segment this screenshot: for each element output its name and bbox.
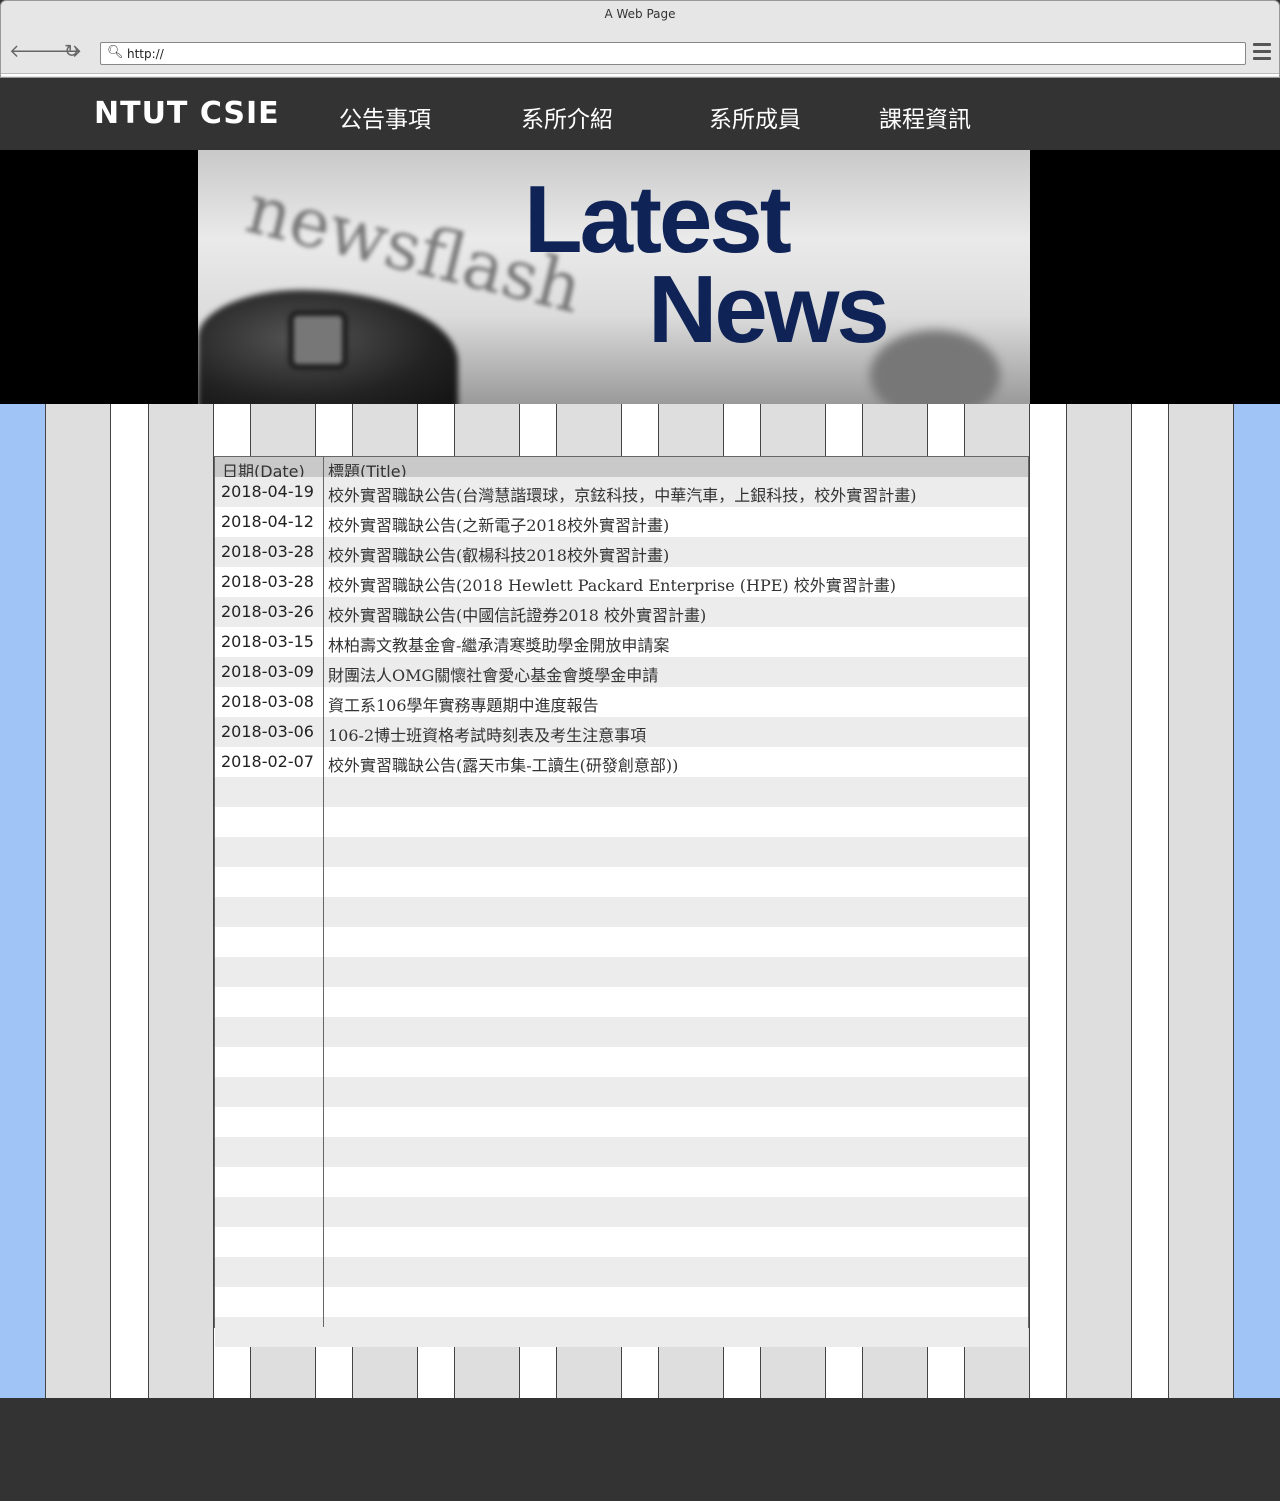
table-row[interactable]: 2018-04-19 校外實習職缺公告(台灣慧諧環球，京鉉科技，中華汽車，上銀科技… bbox=[215, 477, 1028, 507]
table-row[interactable]: 2018-03-28 校外實習職缺公告(叡楊科技2018校外實習計畫) bbox=[215, 537, 1028, 567]
empty-table-row bbox=[215, 1017, 1028, 1047]
news-date: 2018-02-07 bbox=[221, 752, 314, 771]
banner-typewriter-key bbox=[288, 310, 348, 370]
empty-table-row bbox=[215, 1227, 1028, 1257]
banner-title-line2: News bbox=[648, 256, 890, 363]
nav-link-members[interactable]: 系所成員 bbox=[709, 100, 801, 134]
news-date: 2018-03-26 bbox=[221, 602, 314, 621]
table-row[interactable]: 2018-02-07 校外實習職缺公告(露天市集-工讀生(研發創意部)) bbox=[215, 747, 1028, 777]
layout-grid: 日期(Date) 標題(Title) 2018-04-19 校外實習職缺公告(台灣… bbox=[0, 404, 1280, 1398]
news-title-link[interactable]: 資工系106學年實務專題期中進度報告 bbox=[328, 692, 599, 716]
news-date: 2018-04-12 bbox=[221, 512, 314, 531]
url-bar[interactable]: 🔍︎ http:// bbox=[100, 42, 1246, 65]
site-header: NTUT CSIE 公告事項 系所介紹 系所成員 課程資訊 bbox=[0, 78, 1280, 150]
reload-icon[interactable]: ↻ bbox=[64, 41, 79, 63]
empty-table-row bbox=[215, 1167, 1028, 1197]
table-header: 日期(Date) 標題(Title) bbox=[215, 457, 1028, 481]
news-date: 2018-03-28 bbox=[221, 572, 314, 591]
grid-column bbox=[149, 404, 214, 1398]
empty-table-row bbox=[215, 957, 1028, 987]
news-title-link[interactable]: 106-2博士班資格考試時刻表及考生注意事項 bbox=[328, 722, 646, 746]
empty-table-row bbox=[215, 897, 1028, 927]
table-row[interactable]: 2018-03-06 106-2博士班資格考試時刻表及考生注意事項 bbox=[215, 717, 1028, 747]
banner-title-line1: Latest bbox=[524, 166, 792, 273]
news-date: 2018-03-06 bbox=[221, 722, 314, 741]
table-row[interactable]: 2018-03-15 林柏壽文教基金會-繼承清寒獎助學金開放申請案 bbox=[215, 627, 1028, 657]
news-title-link[interactable]: 林柏壽文教基金會-繼承清寒獎助學金開放申請案 bbox=[328, 632, 669, 656]
empty-table-row bbox=[215, 1137, 1028, 1167]
magnifier-icon: 🔍︎ bbox=[107, 45, 124, 60]
empty-table-row bbox=[215, 927, 1028, 957]
window-title: A Web Page bbox=[604, 7, 676, 21]
news-date: 2018-03-09 bbox=[221, 662, 314, 681]
news-date: 2018-03-28 bbox=[221, 542, 314, 561]
site-brand[interactable]: NTUT CSIE bbox=[94, 96, 280, 131]
table-row[interactable]: 2018-03-09 財團法人OMG關懷社會愛心基金會獎學金申請 bbox=[215, 657, 1028, 687]
empty-table-row bbox=[215, 987, 1028, 1017]
empty-table-row bbox=[215, 777, 1028, 807]
url-text[interactable]: http:// bbox=[127, 47, 164, 61]
news-table: 日期(Date) 標題(Title) 2018-04-19 校外實習職缺公告(台灣… bbox=[214, 456, 1029, 1347]
table-row[interactable]: 2018-03-08 資工系106學年實務專題期中進度報告 bbox=[215, 687, 1028, 717]
nav-link-announcements[interactable]: 公告事項 bbox=[339, 100, 431, 134]
news-date: 2018-03-15 bbox=[221, 632, 314, 651]
table-row[interactable]: 2018-03-26 校外實習職缺公告(中國信託證券2018 校外實習計畫) bbox=[215, 597, 1028, 627]
news-date: 2018-03-08 bbox=[221, 692, 314, 711]
news-title-link[interactable]: 財團法人OMG關懷社會愛心基金會獎學金申請 bbox=[328, 662, 658, 686]
news-title-link[interactable]: 校外實習職缺公告(中國信託證券2018 校外實習計畫) bbox=[328, 602, 706, 626]
column-divider bbox=[323, 457, 324, 1327]
hamburger-icon[interactable] bbox=[1253, 43, 1271, 61]
news-date: 2018-04-19 bbox=[221, 482, 314, 501]
table-row[interactable]: 2018-04-12 校外實習職缺公告(之新電子2018校外實習計畫) bbox=[215, 507, 1028, 537]
news-title-link[interactable]: 校外實習職缺公告(之新電子2018校外實習計畫) bbox=[328, 512, 669, 536]
banner-area: newsflash Latest News bbox=[0, 150, 1280, 404]
grid-column bbox=[111, 404, 149, 1398]
grid-column bbox=[0, 404, 46, 1398]
nav-link-department-intro[interactable]: 系所介紹 bbox=[521, 100, 613, 134]
empty-table-row bbox=[215, 837, 1028, 867]
empty-table-row bbox=[215, 867, 1028, 897]
news-title-link[interactable]: 校外實習職缺公告(露天市集-工讀生(研發創意部)) bbox=[328, 752, 678, 776]
empty-table-row bbox=[215, 1107, 1028, 1137]
news-title-link[interactable]: 校外實習職缺公告(台灣慧諧環球，京鉉科技，中華汽車，上銀科技，校外實習計畫) bbox=[328, 482, 917, 506]
page-footer bbox=[0, 1398, 1280, 1501]
empty-table-row bbox=[215, 1077, 1028, 1107]
empty-table-row bbox=[215, 1047, 1028, 1077]
banner-blur-shape bbox=[870, 330, 1000, 404]
empty-table-row bbox=[215, 1317, 1028, 1347]
latest-news-banner: newsflash Latest News bbox=[198, 150, 1030, 404]
table-row[interactable]: 2018-03-28 校外實習職缺公告(2018 Hewlett Packard … bbox=[215, 567, 1028, 597]
grid-column bbox=[46, 404, 111, 1398]
grid-column bbox=[1234, 404, 1280, 1398]
nav-link-courses[interactable]: 課程資訊 bbox=[879, 100, 971, 134]
browser-chrome: A Web Page 🡐 🡒 ↻ 🔍︎ http:// bbox=[0, 0, 1280, 78]
grid-column bbox=[1067, 404, 1132, 1398]
empty-table-row bbox=[215, 807, 1028, 837]
grid-column bbox=[1132, 404, 1169, 1398]
empty-table-row bbox=[215, 1257, 1028, 1287]
grid-column bbox=[1030, 404, 1067, 1398]
chrome-divider bbox=[1, 73, 1279, 76]
empty-table-row bbox=[215, 1197, 1028, 1227]
empty-table-row bbox=[215, 1287, 1028, 1317]
grid-column bbox=[1169, 404, 1234, 1398]
news-title-link[interactable]: 校外實習職缺公告(叡楊科技2018校外實習計畫) bbox=[328, 542, 669, 566]
news-title-link[interactable]: 校外實習職缺公告(2018 Hewlett Packard Enterprise… bbox=[328, 572, 896, 596]
